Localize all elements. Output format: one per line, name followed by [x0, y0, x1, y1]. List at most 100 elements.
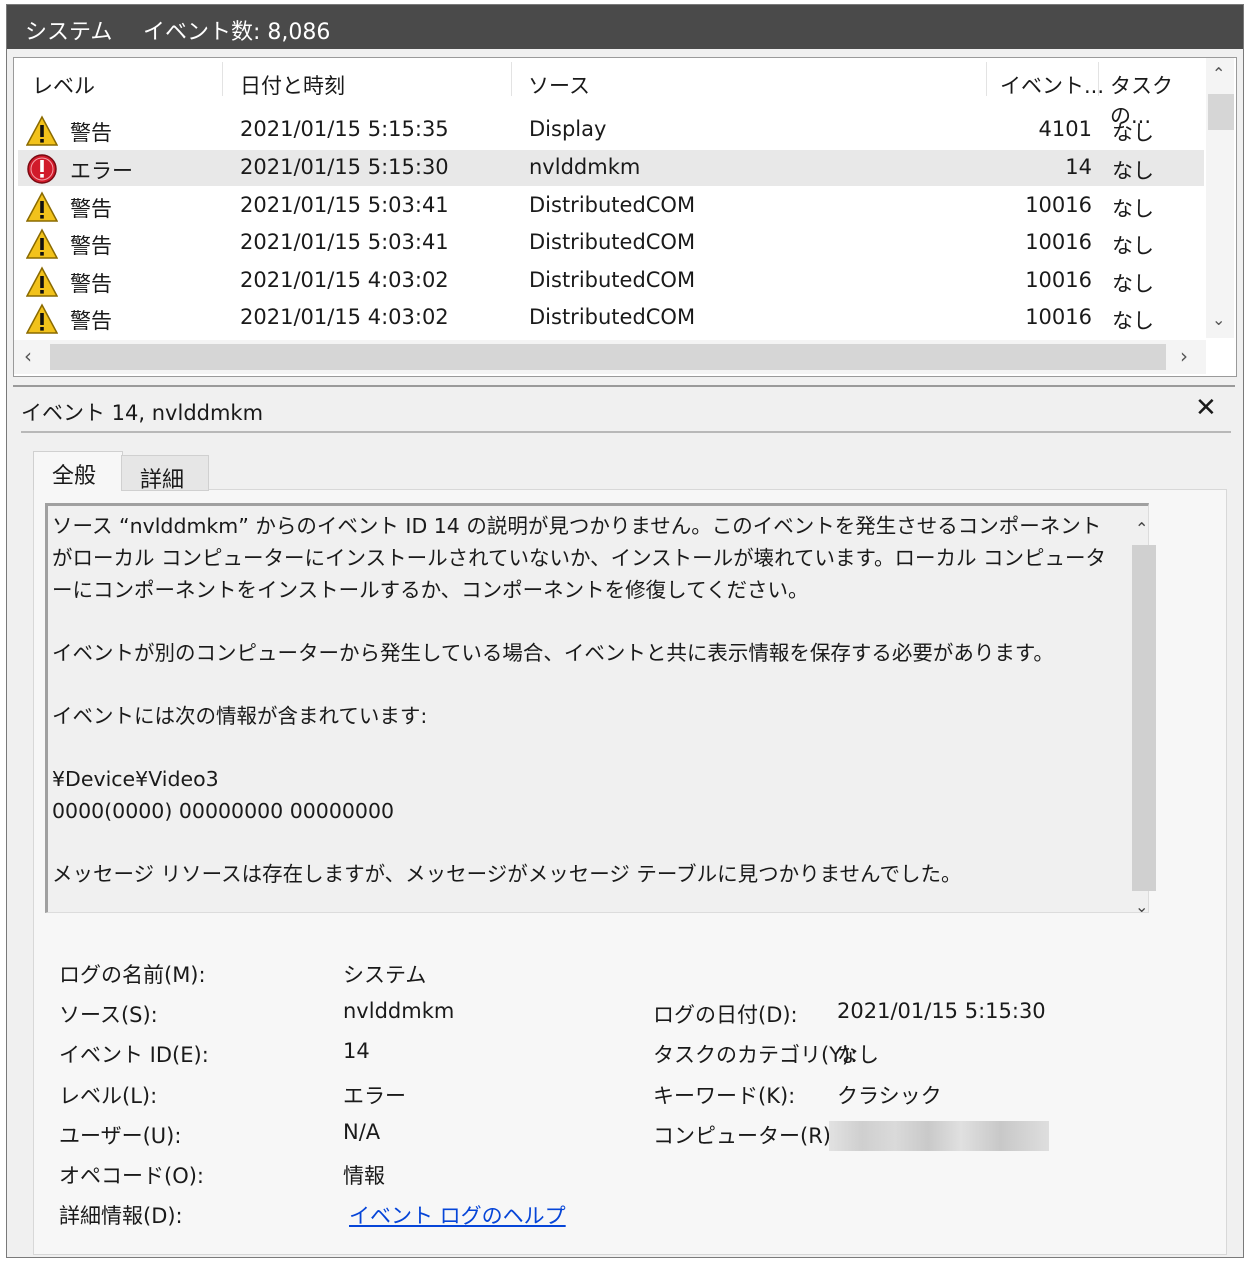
row-event-id: 10016 [1025, 268, 1092, 292]
level-value: エラー [343, 1084, 406, 1108]
chevron-down-icon[interactable]: ⌄ [1135, 897, 1148, 916]
row-task: なし [1112, 234, 1154, 258]
column-divider[interactable] [986, 62, 987, 96]
chevron-up-icon[interactable]: ⌃ [1212, 64, 1225, 83]
more-info-label: 詳細情報(D): [59, 1204, 183, 1228]
task-category-value: なし [837, 1043, 879, 1067]
row-datetime: 2021/01/15 4:03:02 [240, 268, 449, 292]
divider [21, 431, 1231, 433]
log-name: システム [25, 20, 113, 45]
logged-label: ログの日付(D): [653, 1003, 798, 1027]
scrollbar-thumb[interactable] [1208, 94, 1234, 130]
opcode-label: オペコード(O): [59, 1164, 204, 1188]
computer-value-redacted [829, 1121, 1049, 1151]
user-value: N/A [343, 1120, 381, 1144]
log-name-value: システム [343, 963, 427, 987]
error-icon [26, 153, 58, 185]
level-label: レベル(L): [59, 1084, 158, 1108]
row-datetime: 2021/01/15 5:15:35 [240, 117, 449, 141]
tab-label: 全般 [52, 464, 97, 489]
row-level: 警告 [70, 309, 112, 333]
row-event-id: 14 [1065, 155, 1092, 179]
row-datetime: 2021/01/15 5:15:30 [240, 155, 449, 179]
event-log-help-link[interactable]: イベント ログのヘルプ [349, 1200, 566, 1230]
description-paragraph: イベントが別のコンピューターから発生している場合、イベントと共に表示情報を保存す… [52, 641, 1054, 665]
description-textbox[interactable]: ソース “nvlddmkm” からのイベント ID 14 の説明が見つかりません… [45, 503, 1149, 913]
source-value: nvlddmkm [343, 999, 455, 1023]
row-level: 警告 [70, 197, 112, 221]
chevron-right-icon[interactable]: › [1180, 344, 1188, 368]
warning-icon [26, 266, 58, 298]
row-source: nvlddmkm [529, 155, 641, 179]
column-header-source[interactable]: ソース [528, 70, 590, 100]
list-header: レベル 日付と時刻 ソース イベント... タスクの... [14, 58, 1204, 128]
row-source: DistributedCOM [529, 193, 696, 217]
tab-label: 詳細 [140, 468, 185, 493]
event-list[interactable]: レベル 日付と時刻 ソース イベント... タスクの... 警告 2021/01… [13, 57, 1237, 377]
computer-label: コンピューター(R): [653, 1124, 839, 1148]
user-label: ユーザー(U): [59, 1124, 182, 1148]
list-horizontal-scrollbar[interactable]: ‹ › [14, 340, 1206, 374]
column-divider[interactable] [222, 62, 223, 96]
table-row[interactable]: 警告 2021/01/15 4:03:02 DistributedCOM 100… [18, 300, 1204, 336]
description-paragraph: ¥Device¥Video3 [52, 767, 219, 791]
event-detail-pane: イベント 14, nvlddmkm ✕ 全般 詳細 ソース “nvlddmkm”… [13, 385, 1235, 1255]
list-vertical-scrollbar[interactable]: ⌃ ⌄ [1206, 58, 1234, 338]
source-label: ソース(S): [59, 1003, 158, 1027]
chevron-down-icon[interactable]: ⌄ [1212, 310, 1225, 329]
log-header-bar: システム イベント数: 8,086 [7, 5, 1243, 49]
row-event-id: 10016 [1025, 193, 1092, 217]
warning-icon [26, 303, 58, 335]
table-row[interactable]: 警告 2021/01/15 5:03:41 DistributedCOM 100… [18, 188, 1204, 224]
chevron-left-icon[interactable]: ‹ [24, 344, 32, 368]
row-task: なし [1112, 121, 1154, 145]
event-id-value: 14 [343, 1039, 370, 1063]
description-paragraph: 0000(0000) 00000000 00000000 [52, 799, 395, 823]
description-paragraph: メッセージ リソースは存在しますが、メッセージがメッセージ テーブルに見つかりま… [52, 862, 962, 886]
log-name-label: ログの名前(M): [59, 963, 206, 987]
column-header-level[interactable]: レベル [32, 70, 95, 100]
row-source: DistributedCOM [529, 305, 696, 329]
chevron-up-icon[interactable]: ⌃ [1135, 519, 1148, 538]
keywords-value: クラシック [837, 1084, 942, 1108]
tab-details[interactable]: 詳細 [121, 455, 209, 493]
column-divider[interactable] [511, 62, 512, 96]
row-level: エラー [70, 159, 133, 183]
row-datetime: 2021/01/15 5:03:41 [240, 230, 449, 254]
event-id-label: イベント ID(E): [59, 1043, 209, 1067]
row-task: なし [1112, 272, 1154, 296]
table-row[interactable]: 警告 2021/01/15 5:03:41 DistributedCOM 100… [18, 225, 1204, 261]
task-category-label: タスクのカテゴリ(Y): [653, 1043, 858, 1067]
warning-icon [26, 191, 58, 223]
column-divider[interactable] [1098, 62, 1099, 96]
description-paragraph: イベントには次の情報が含まれています: [52, 704, 428, 728]
row-level: 警告 [70, 121, 112, 145]
row-level: 警告 [70, 272, 112, 296]
row-datetime: 2021/01/15 5:03:41 [240, 193, 449, 217]
table-row[interactable]: 警告 2021/01/15 4:03:02 DistributedCOM 100… [18, 263, 1204, 299]
column-header-event-id[interactable]: イベント... [1000, 70, 1104, 100]
row-source: DistributedCOM [529, 230, 696, 254]
event-viewer-window: システム イベント数: 8,086 レベル 日付と時刻 ソース イベント... … [6, 4, 1244, 1258]
description-paragraph: ソース “nvlddmkm” からのイベント ID 14 の説明が見つかりません… [52, 514, 1107, 602]
row-task: なし [1112, 309, 1154, 333]
close-icon[interactable]: ✕ [1195, 393, 1217, 423]
scrollbar-thumb[interactable] [50, 344, 1166, 370]
row-task: なし [1112, 159, 1154, 183]
row-level: 警告 [70, 234, 112, 258]
logged-value: 2021/01/15 5:15:30 [837, 999, 1046, 1023]
row-source: Display [529, 117, 607, 141]
table-row-selected[interactable]: エラー 2021/01/15 5:15:30 nvlddmkm 14 なし [18, 150, 1204, 186]
row-event-id: 10016 [1025, 230, 1092, 254]
scrollbar-thumb[interactable] [1132, 545, 1156, 891]
tab-general[interactable]: 全般 [33, 451, 123, 490]
warning-icon [26, 115, 58, 147]
column-header-datetime[interactable]: 日付と時刻 [240, 70, 345, 100]
opcode-value: 情報 [343, 1164, 385, 1188]
detail-title: イベント 14, nvlddmkm [21, 401, 264, 425]
event-count: イベント数: 8,086 [143, 20, 331, 45]
row-event-id: 4101 [1038, 117, 1092, 141]
row-event-id: 10016 [1025, 305, 1092, 329]
description-scrollbar[interactable]: ⌃ ⌄ [1129, 519, 1159, 916]
table-row[interactable]: 警告 2021/01/15 5:15:35 Display 4101 なし [18, 112, 1204, 148]
